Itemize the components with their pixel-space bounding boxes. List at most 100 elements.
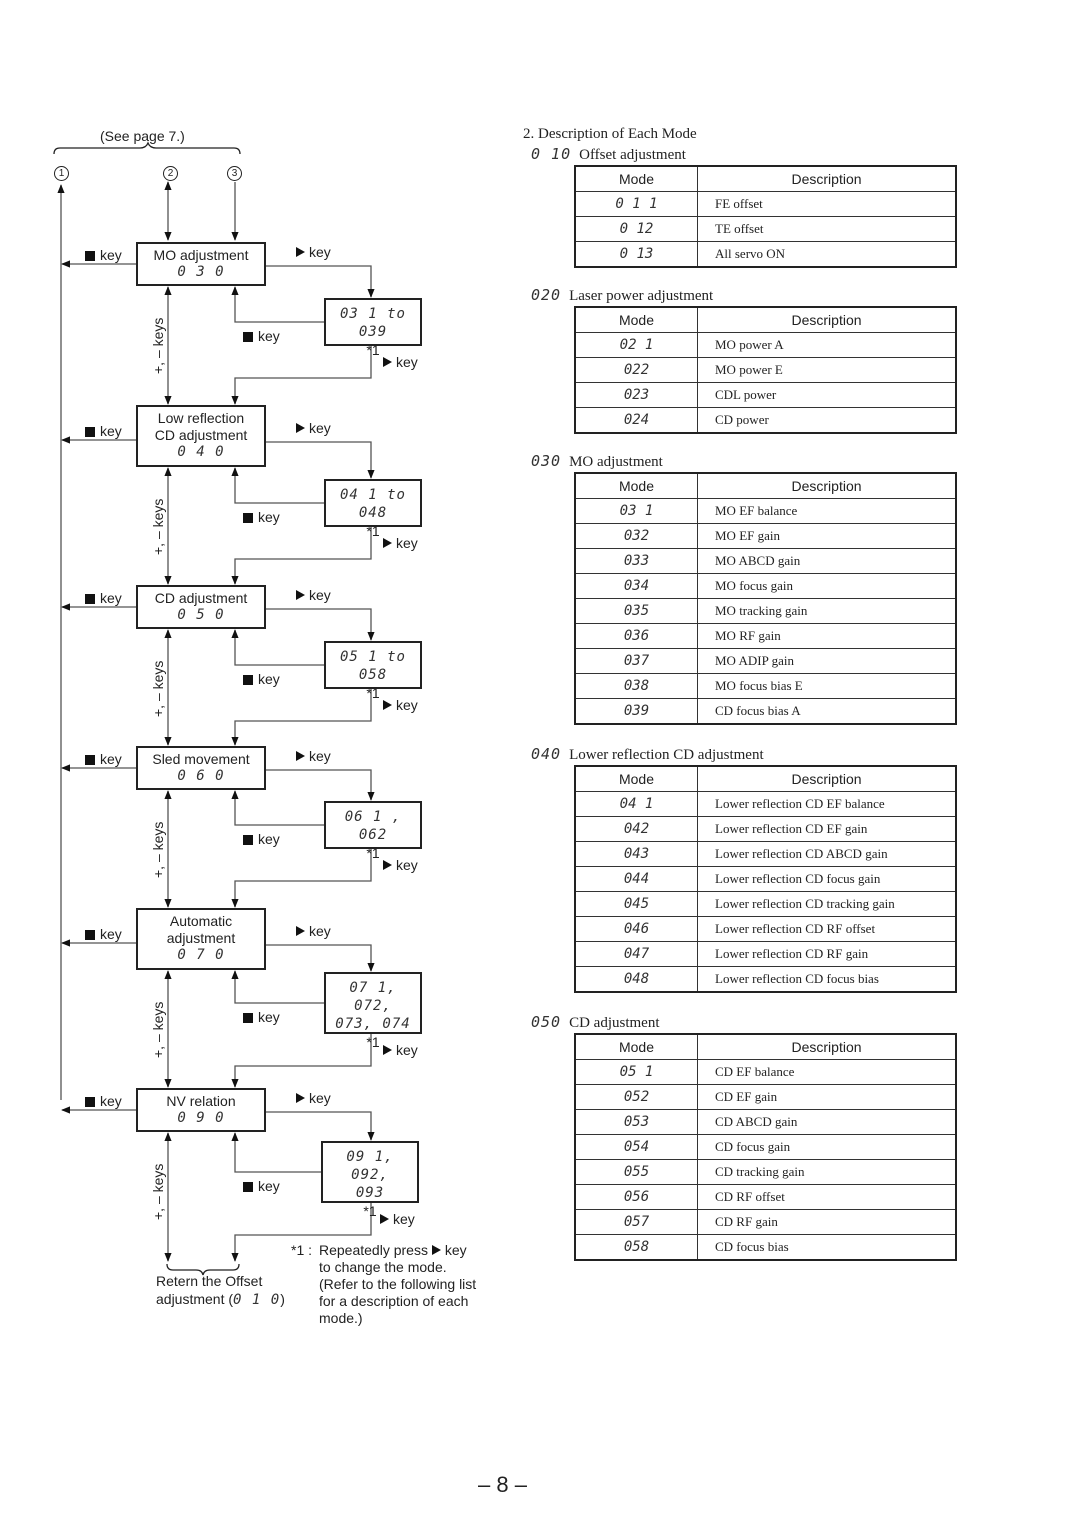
table-row: 035 MO tracking gain	[574, 598, 957, 624]
play-key-label: key	[380, 1211, 415, 1227]
section-code: 040	[531, 745, 562, 763]
flow-connector	[231, 629, 324, 666]
col-description: Description	[697, 1033, 957, 1060]
table-row: 05 1 CD EF balance	[574, 1059, 957, 1085]
section-title: 030 MO adjustment	[531, 452, 663, 471]
table-row: 053 CD ABCD gain	[574, 1109, 957, 1135]
mode-code-cell: 057	[574, 1209, 698, 1235]
see-page-brace	[53, 141, 241, 155]
mode-description-cell: CD RF gain	[697, 1209, 957, 1235]
mode-code: 0 5 0	[177, 607, 225, 623]
table-row: 022 MO power E	[574, 357, 957, 383]
flow-connector	[231, 790, 324, 826]
table-row: 033 MO ABCD gain	[574, 548, 957, 574]
table-header: Mode Description	[574, 472, 957, 499]
flow-connector	[231, 286, 324, 323]
mode-description-cell: MO EF gain	[697, 523, 957, 549]
key-text: key	[100, 751, 122, 767]
table-row: 048 Lower reflection CD focus bias	[574, 966, 957, 993]
submode-box: 03 1 to 039 *1	[324, 298, 422, 358]
mode-table: Mode Description 0 1 1 FE offset 0 12 TE offs…	[574, 165, 957, 268]
section-code: 0 10	[531, 145, 572, 163]
table-row: 054 CD focus gain	[574, 1134, 957, 1160]
plus-minus-keys-label: +, – keys	[150, 1163, 166, 1220]
stop-icon	[243, 835, 253, 845]
flow-connector	[231, 1132, 321, 1173]
mode-description-cell: Lower reflection CD focus gain	[697, 866, 957, 892]
play-icon	[383, 538, 392, 548]
section-title: 050 CD adjustment	[531, 1013, 660, 1032]
table-row: 052 CD EF gain	[574, 1084, 957, 1110]
submode-range: 06 1 , 062	[344, 809, 402, 843]
mode-description-cell: TE offset	[697, 216, 957, 242]
play-key-label: key	[383, 857, 418, 873]
key-text: key	[309, 1090, 331, 1106]
mode-description-cell: MO focus gain	[697, 573, 957, 599]
table-row: 03 1 MO EF balance	[574, 498, 957, 524]
play-icon	[296, 590, 305, 600]
mode-description-cell: MO EF balance	[697, 498, 957, 524]
section-name: CD adjustment	[569, 1015, 660, 1031]
mode-code: 0 7 0	[177, 947, 225, 963]
plus-minus-keys-label: +, – keys	[150, 498, 166, 555]
section-name: Offset adjustment	[579, 147, 686, 163]
mode-table: Mode Description 02 1 MO power A 022 MO power…	[574, 306, 957, 434]
footnote-line3: (Refer to the following list	[319, 1276, 477, 1292]
key-text: key	[309, 587, 331, 603]
submode-box: 04 1 to 048 *1	[324, 479, 422, 539]
table-row: 058 CD focus bias	[574, 1234, 957, 1261]
key-text: key	[396, 354, 418, 370]
mode-box: Sled movement 0 6 0	[136, 746, 266, 790]
mode-code-cell: 045	[574, 891, 698, 917]
table-row: 047 Lower reflection CD RF gain	[574, 941, 957, 967]
mode-name: NV relation	[166, 1093, 236, 1109]
key-text: key	[258, 509, 280, 525]
return-label-line1: Retern the Offset	[156, 1273, 263, 1289]
mode-code: 0 9 0	[177, 1110, 225, 1126]
stop-icon	[243, 1182, 253, 1192]
mode-description-cell: MO power A	[697, 332, 957, 358]
stop-icon	[243, 513, 253, 523]
mode-name: CD adjustment	[154, 590, 248, 606]
table-row: 02 1 MO power A	[574, 332, 957, 358]
mode-description-cell: MO power E	[697, 357, 957, 383]
mode-description-cell: Lower reflection CD RF gain	[697, 941, 957, 967]
play-icon	[383, 1045, 392, 1055]
table-row: 045 Lower reflection CD tracking gain	[574, 891, 957, 917]
table-row: 046 Lower reflection CD RF offset	[574, 916, 957, 942]
key-text: key	[309, 244, 331, 260]
mode-description-cell: Lower reflection CD EF gain	[697, 816, 957, 842]
key-text: key	[258, 1178, 280, 1194]
col-description: Description	[697, 765, 957, 792]
mode-description-cell: CD power	[697, 407, 957, 434]
flow-connector	[266, 608, 375, 641]
section-title: 040 Lower reflection CD adjustment	[531, 745, 764, 764]
table-row: 0 12 TE offset	[574, 216, 957, 242]
mode-description-cell: CD EF gain	[697, 1084, 957, 1110]
play-key-label: key	[296, 244, 331, 260]
mode-name: MO adjustment	[153, 247, 249, 263]
mode-description-cell: MO focus bias E	[697, 673, 957, 699]
play-icon	[296, 751, 305, 761]
section-code: 030	[531, 452, 562, 470]
table-row: 036 MO RF gain	[574, 623, 957, 649]
mode-description-cell: Lower reflection CD RF offset	[697, 916, 957, 942]
mode-code-cell: 04 1	[574, 791, 698, 817]
return-label-suffix: )	[280, 1291, 285, 1307]
footnote-line5: mode.)	[319, 1310, 363, 1326]
stop-key-label: key	[85, 247, 122, 263]
entry-point-1: 1	[54, 166, 69, 181]
mode-code-cell: 047	[574, 941, 698, 967]
mode-box: Low reflection CD adjustment 0 4 0	[136, 405, 266, 467]
mode-code-cell: 0 13	[574, 241, 698, 268]
table-row: 024 CD power	[574, 407, 957, 434]
mode-description-cell: Lower reflection CD EF balance	[697, 791, 957, 817]
table-row: 0 13 All servo ON	[574, 241, 957, 268]
mode-description-cell: CD RF offset	[697, 1184, 957, 1210]
mode-code-cell: 02 1	[574, 332, 698, 358]
submode-range: 07 1, 072,	[349, 980, 397, 1014]
mode-code-cell: 022	[574, 357, 698, 383]
stop-icon	[85, 1097, 95, 1107]
mode-description-cell: All servo ON	[697, 241, 957, 268]
table-row: 057 CD RF gain	[574, 1209, 957, 1235]
